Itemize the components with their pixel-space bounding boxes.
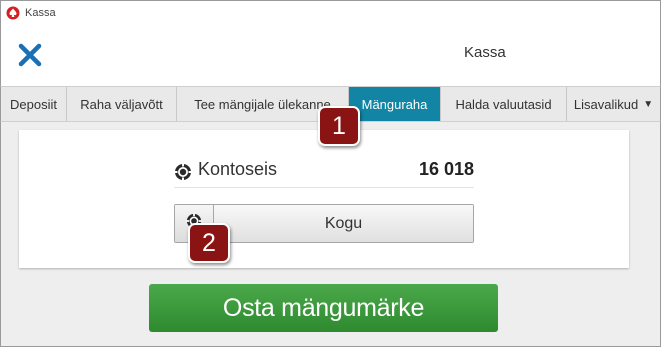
callout-badge-2: 2 [188,223,230,263]
tab-deposit[interactable]: Deposiit [1,87,67,121]
tab-label: Lisavalikud [573,96,639,112]
tab-withdrawal[interactable]: Raha väljavõtt [67,87,177,121]
collect-button[interactable]: Kogu [214,205,473,242]
poker-spade-icon [5,5,21,21]
tab-label: Deposiit [10,96,57,112]
window-title: Kassa [25,6,56,19]
window-titlebar: Kassa [0,0,661,24]
tab-manage-currencies[interactable]: Halda valuutasid [441,87,567,121]
tab-play-money[interactable]: Mänguraha [349,87,441,121]
buy-chips-button[interactable]: Osta mängumärke [149,284,498,332]
balance-label: Kontoseis [198,159,278,179]
callout-badge-1: 1 [318,106,360,146]
balance-row: Kontoseis 16 018 [174,155,474,185]
caret-down-icon: ▼ [643,98,654,110]
tab-label: Tee mängijale ülekanne [194,96,331,112]
divider [174,187,474,188]
page-title: Kassa [464,44,506,61]
balance-value: 16 018 [418,159,474,179]
tab-label: Halda valuutasid [455,96,552,112]
play-money-panel: Kontoseis 16 018 Kogu Osta mängumärke [0,122,661,347]
chip-icon [174,163,192,181]
tab-label: Raha väljavõtt [80,96,163,112]
tab-more-options[interactable]: Lisavalikud ▼ [567,87,660,121]
balance-card: Kontoseis 16 018 Kogu [19,130,629,268]
tab-label: Mänguraha [361,96,428,112]
cashier-header: Kassa [0,24,661,86]
close-icon[interactable] [16,41,44,69]
